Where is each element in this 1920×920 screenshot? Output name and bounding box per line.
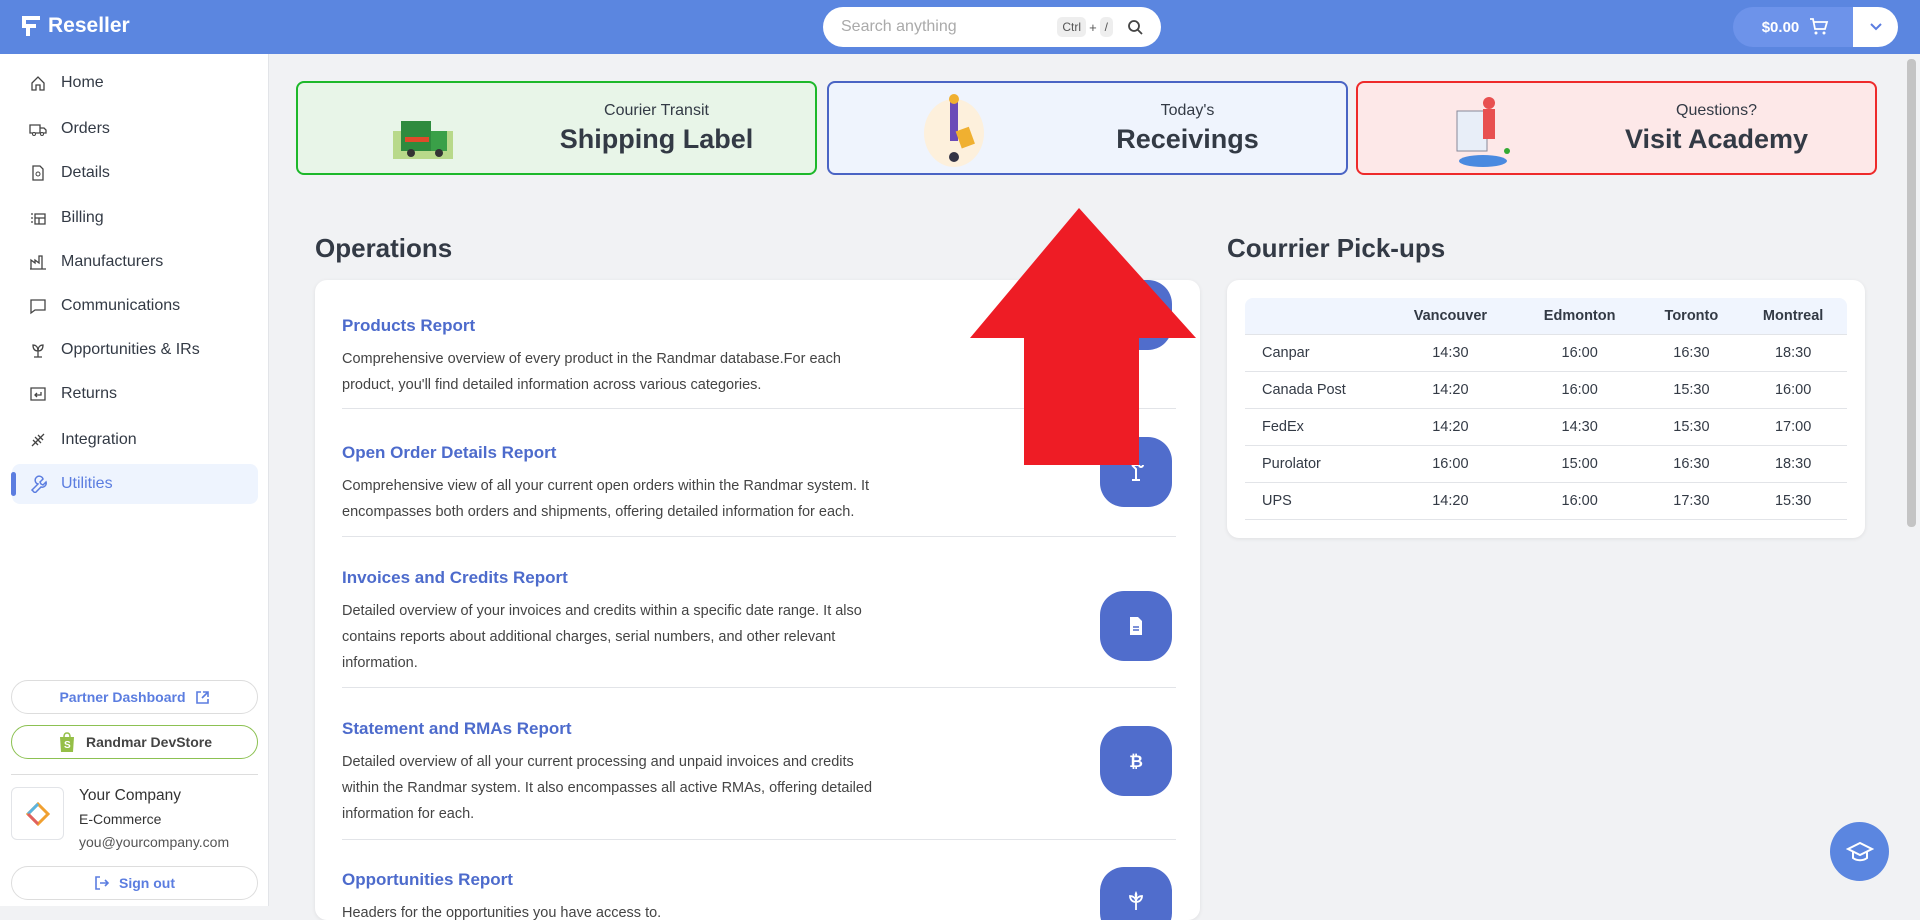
red-arrow-annotation: [970, 208, 1196, 465]
annotation-arrow-layer: [970, 208, 1196, 465]
